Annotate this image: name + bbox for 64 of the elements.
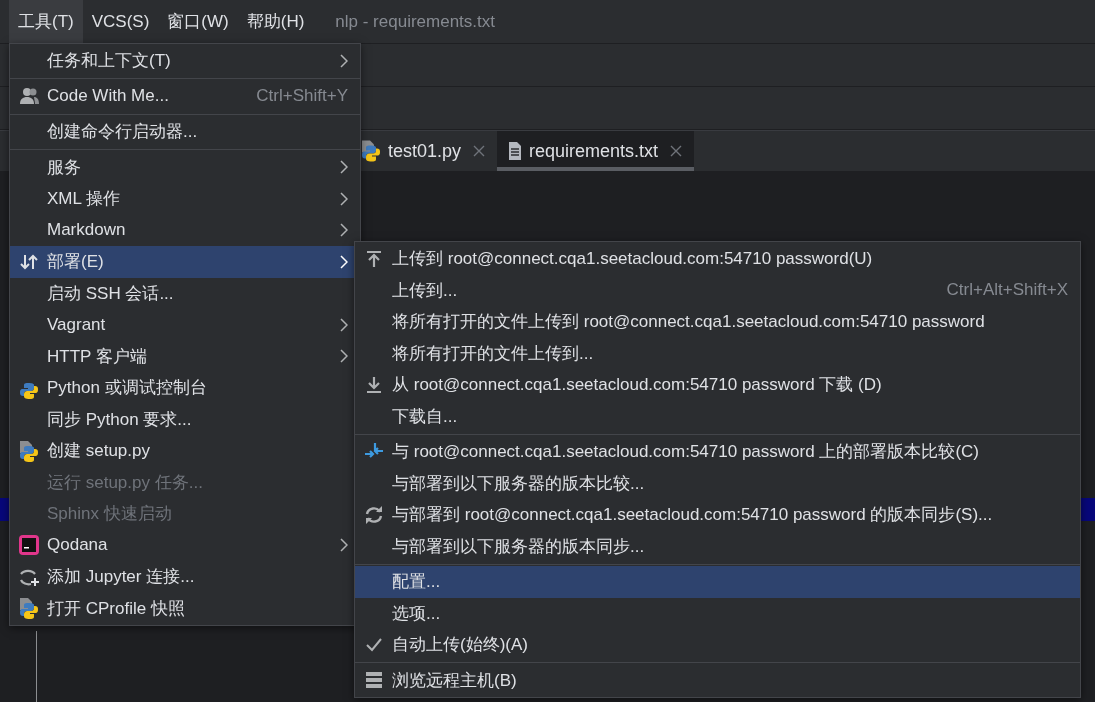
editor-tab[interactable]: requirements.txt (497, 131, 695, 171)
menu-item[interactable]: 配置... (355, 566, 1080, 598)
shortcut-text: Ctrl+Shift+Y (256, 86, 348, 107)
menu-item-label: 运行 setup.py 任务... (47, 471, 204, 494)
menu-item-label: 启动 SSH 会话... (47, 282, 175, 305)
menu-item-label: 同步 Python 要求... (47, 408, 193, 431)
menu-item[interactable]: 浏览远程主机(B) (355, 664, 1080, 696)
menu-bar-item[interactable]: 窗口(W) (158, 0, 238, 43)
people-icon (18, 87, 39, 106)
menu-item-label: Python 或调试控制台 (47, 377, 208, 400)
python-icon (17, 597, 40, 620)
menu-item[interactable]: 任务和上下文(T) (10, 45, 360, 77)
menu-item-label: 与 root@connect.cqa1.seetacloud.com:54710 password 上的部署版本比较(C) (392, 441, 980, 464)
menu-item-label: 将所有打开的文件上传到 root@connect.cqa1.seetacloud.com:54710 password (392, 311, 986, 334)
menu-item-label: 任务和上下文(T) (47, 50, 172, 73)
menu-item[interactable]: 与部署到 root@connect.cqa1.seetacloud.com:54710 password 的版本同步(S)... (355, 499, 1080, 531)
menu-item-label: Vagrant (47, 314, 107, 335)
menu-item-label: 配置... (392, 571, 442, 594)
close-icon[interactable] (670, 145, 683, 157)
menu-item[interactable]: 创建命令行启动器... (10, 116, 360, 148)
menu-item-label: 部署(E) (47, 251, 105, 274)
menu-item-label: 上传到 root@connect.cqa1.seetacloud.com:54710 password(U) (392, 248, 874, 271)
text-file-icon (509, 142, 522, 160)
menu-item-label: 自动上传(始终)(A) (392, 634, 529, 657)
menu-item-label: 上传到... (392, 279, 459, 302)
menu-item-label: Qodana (47, 535, 109, 556)
menu-item-label: 下载自... (392, 405, 459, 428)
python-file-icon (362, 140, 380, 162)
up-down-arrows-icon (18, 252, 39, 271)
menu-item-label: 与部署到以下服务器的版本同步... (392, 535, 646, 558)
menu-item-label: 创建 setup.py (47, 440, 151, 463)
close-icon[interactable] (473, 145, 486, 157)
menu-item[interactable]: 自动上传(始终)(A) (355, 629, 1080, 661)
window-title: nlp - requirements.txt (335, 11, 495, 32)
menu-bar-item[interactable]: 帮助(H) (237, 0, 314, 43)
menu-item-label: 打开 CProfile 快照 (47, 597, 186, 620)
menu-item[interactable]: Code With Me... Ctrl+Shift+Y (10, 80, 360, 112)
menu-item[interactable]: Markdown (10, 214, 360, 246)
menu-item-label: 添加 Jupyter 连接... (47, 566, 196, 589)
app-logo-icon (17, 534, 40, 557)
menu-item-label: Markdown (47, 220, 127, 241)
menu-item-label: HTTP 客户端 (47, 345, 148, 368)
menu-item-label: 浏览远程主机(B) (392, 669, 518, 692)
menu-item-label: 从 root@connect.cqa1.seetacloud.com:54710 password 下载 (D) (392, 374, 883, 397)
python-icon (17, 439, 40, 462)
menu-item[interactable]: 与部署到以下服务器的版本比较... (355, 467, 1080, 499)
menu-item-label: XML 操作 (47, 188, 122, 211)
menu-item-label: 创建命令行启动器... (47, 121, 199, 144)
menu-item-label: 与部署到 root@connect.cqa1.seetacloud.com:54710 password 的版本同步(S)... (392, 504, 994, 527)
menu-item-label: 与部署到以下服务器的版本比较... (392, 472, 646, 495)
shortcut-text: Ctrl+Alt+Shift+X (946, 280, 1068, 301)
menu-bar-item[interactable]: 工具(T) (9, 0, 83, 43)
server-icon (364, 671, 383, 690)
menu-item-label: 选项... (392, 602, 442, 625)
menu-item-label: Code With Me... (47, 86, 170, 107)
menu-bar-item[interactable]: VCS(S) (82, 0, 159, 43)
sync-icon (363, 504, 384, 525)
menu-item-label: 服务 (47, 156, 82, 179)
menu-item-label: 将所有打开的文件上传到... (392, 342, 595, 365)
upload-icon (364, 249, 383, 268)
indent-guide (36, 631, 37, 702)
menu-item[interactable]: XML 操作 (10, 183, 360, 215)
menu-item-label: Sphinx 快速启动 (47, 503, 173, 526)
download-icon (364, 375, 383, 394)
